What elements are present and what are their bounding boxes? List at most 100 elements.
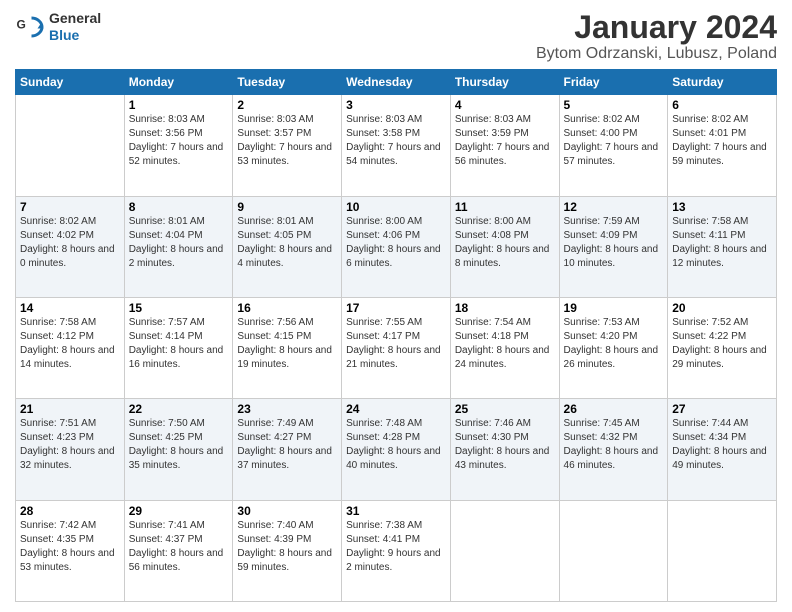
calendar-cell: 15Sunrise: 7:57 AMSunset: 4:14 PMDayligh… — [124, 297, 233, 398]
day-detail: Sunrise: 7:38 AMSunset: 4:41 PMDaylight:… — [346, 519, 446, 575]
day-number: 6 — [672, 98, 772, 112]
day-number: 20 — [672, 301, 772, 315]
day-detail: Sunrise: 8:03 AMSunset: 3:57 PMDaylight:… — [237, 113, 337, 169]
calendar-cell: 8Sunrise: 8:01 AMSunset: 4:04 PMDaylight… — [124, 196, 233, 297]
calendar-week-row: 28Sunrise: 7:42 AMSunset: 4:35 PMDayligh… — [16, 500, 777, 601]
weekday-header: Sunday — [16, 70, 125, 95]
calendar-cell: 17Sunrise: 7:55 AMSunset: 4:17 PMDayligh… — [342, 297, 451, 398]
day-number: 19 — [564, 301, 664, 315]
day-number: 31 — [346, 504, 446, 518]
day-detail: Sunrise: 7:57 AMSunset: 4:14 PMDaylight:… — [129, 316, 229, 372]
calendar-cell — [559, 500, 668, 601]
day-number: 14 — [20, 301, 120, 315]
day-number: 28 — [20, 504, 120, 518]
calendar-cell: 12Sunrise: 7:59 AMSunset: 4:09 PMDayligh… — [559, 196, 668, 297]
day-detail: Sunrise: 7:40 AMSunset: 4:39 PMDaylight:… — [237, 519, 337, 575]
day-number: 30 — [237, 504, 337, 518]
weekday-header: Monday — [124, 70, 233, 95]
day-detail: Sunrise: 7:51 AMSunset: 4:23 PMDaylight:… — [20, 417, 120, 473]
calendar-cell: 5Sunrise: 8:02 AMSunset: 4:00 PMDaylight… — [559, 95, 668, 196]
day-number: 3 — [346, 98, 446, 112]
weekday-header: Wednesday — [342, 70, 451, 95]
day-number: 29 — [129, 504, 229, 518]
day-number: 25 — [455, 402, 555, 416]
day-detail: Sunrise: 7:55 AMSunset: 4:17 PMDaylight:… — [346, 316, 446, 372]
calendar-cell: 27Sunrise: 7:44 AMSunset: 4:34 PMDayligh… — [668, 399, 777, 500]
header: G General Blue January 2024 Bytom Odrzan… — [15, 10, 777, 63]
calendar-cell: 10Sunrise: 8:00 AMSunset: 4:06 PMDayligh… — [342, 196, 451, 297]
day-detail: Sunrise: 7:53 AMSunset: 4:20 PMDaylight:… — [564, 316, 664, 372]
day-number: 24 — [346, 402, 446, 416]
day-number: 23 — [237, 402, 337, 416]
day-number: 1 — [129, 98, 229, 112]
calendar-cell: 3Sunrise: 8:03 AMSunset: 3:58 PMDaylight… — [342, 95, 451, 196]
calendar-cell: 19Sunrise: 7:53 AMSunset: 4:20 PMDayligh… — [559, 297, 668, 398]
weekday-header: Friday — [559, 70, 668, 95]
calendar-cell: 2Sunrise: 8:03 AMSunset: 3:57 PMDaylight… — [233, 95, 342, 196]
calendar-cell: 18Sunrise: 7:54 AMSunset: 4:18 PMDayligh… — [450, 297, 559, 398]
day-detail: Sunrise: 8:03 AMSunset: 3:58 PMDaylight:… — [346, 113, 446, 169]
calendar-cell: 23Sunrise: 7:49 AMSunset: 4:27 PMDayligh… — [233, 399, 342, 500]
day-number: 7 — [20, 200, 120, 214]
calendar-cell: 4Sunrise: 8:03 AMSunset: 3:59 PMDaylight… — [450, 95, 559, 196]
day-number: 2 — [237, 98, 337, 112]
day-number: 12 — [564, 200, 664, 214]
calendar-cell: 29Sunrise: 7:41 AMSunset: 4:37 PMDayligh… — [124, 500, 233, 601]
calendar-week-row: 14Sunrise: 7:58 AMSunset: 4:12 PMDayligh… — [16, 297, 777, 398]
calendar-cell: 31Sunrise: 7:38 AMSunset: 4:41 PMDayligh… — [342, 500, 451, 601]
day-detail: Sunrise: 8:02 AMSunset: 4:02 PMDaylight:… — [20, 215, 120, 271]
page-title: January 2024 — [536, 10, 777, 45]
day-detail: Sunrise: 7:41 AMSunset: 4:37 PMDaylight:… — [129, 519, 229, 575]
day-number: 17 — [346, 301, 446, 315]
calendar-week-row: 21Sunrise: 7:51 AMSunset: 4:23 PMDayligh… — [16, 399, 777, 500]
calendar-page: G General Blue January 2024 Bytom Odrzan… — [0, 0, 792, 612]
calendar-cell: 7Sunrise: 8:02 AMSunset: 4:02 PMDaylight… — [16, 196, 125, 297]
logo-icon: G — [15, 12, 45, 42]
day-number: 8 — [129, 200, 229, 214]
logo-general: General — [49, 10, 101, 26]
calendar-cell: 1Sunrise: 8:03 AMSunset: 3:56 PMDaylight… — [124, 95, 233, 196]
day-number: 9 — [237, 200, 337, 214]
day-number: 5 — [564, 98, 664, 112]
calendar-cell — [668, 500, 777, 601]
calendar-cell: 28Sunrise: 7:42 AMSunset: 4:35 PMDayligh… — [16, 500, 125, 601]
calendar-cell: 11Sunrise: 8:00 AMSunset: 4:08 PMDayligh… — [450, 196, 559, 297]
day-detail: Sunrise: 7:58 AMSunset: 4:11 PMDaylight:… — [672, 215, 772, 271]
calendar-cell: 20Sunrise: 7:52 AMSunset: 4:22 PMDayligh… — [668, 297, 777, 398]
calendar-cell — [450, 500, 559, 601]
day-number: 21 — [20, 402, 120, 416]
day-number: 11 — [455, 200, 555, 214]
weekday-header: Saturday — [668, 70, 777, 95]
day-number: 15 — [129, 301, 229, 315]
title-block: January 2024 Bytom Odrzanski, Lubusz, Po… — [536, 10, 777, 63]
calendar-cell: 21Sunrise: 7:51 AMSunset: 4:23 PMDayligh… — [16, 399, 125, 500]
calendar-cell: 9Sunrise: 8:01 AMSunset: 4:05 PMDaylight… — [233, 196, 342, 297]
day-detail: Sunrise: 7:45 AMSunset: 4:32 PMDaylight:… — [564, 417, 664, 473]
day-detail: Sunrise: 8:01 AMSunset: 4:05 PMDaylight:… — [237, 215, 337, 271]
logo-blue: Blue — [49, 27, 79, 43]
day-detail: Sunrise: 7:46 AMSunset: 4:30 PMDaylight:… — [455, 417, 555, 473]
day-number: 27 — [672, 402, 772, 416]
day-detail: Sunrise: 8:01 AMSunset: 4:04 PMDaylight:… — [129, 215, 229, 271]
calendar-cell: 16Sunrise: 7:56 AMSunset: 4:15 PMDayligh… — [233, 297, 342, 398]
calendar-cell: 24Sunrise: 7:48 AMSunset: 4:28 PMDayligh… — [342, 399, 451, 500]
day-detail: Sunrise: 7:42 AMSunset: 4:35 PMDaylight:… — [20, 519, 120, 575]
page-subtitle: Bytom Odrzanski, Lubusz, Poland — [536, 45, 777, 63]
day-detail: Sunrise: 8:00 AMSunset: 4:08 PMDaylight:… — [455, 215, 555, 271]
day-detail: Sunrise: 7:59 AMSunset: 4:09 PMDaylight:… — [564, 215, 664, 271]
calendar-cell: 22Sunrise: 7:50 AMSunset: 4:25 PMDayligh… — [124, 399, 233, 500]
calendar-week-row: 1Sunrise: 8:03 AMSunset: 3:56 PMDaylight… — [16, 95, 777, 196]
calendar-cell: 14Sunrise: 7:58 AMSunset: 4:12 PMDayligh… — [16, 297, 125, 398]
day-detail: Sunrise: 7:50 AMSunset: 4:25 PMDaylight:… — [129, 417, 229, 473]
day-number: 26 — [564, 402, 664, 416]
day-detail: Sunrise: 7:58 AMSunset: 4:12 PMDaylight:… — [20, 316, 120, 372]
day-detail: Sunrise: 7:48 AMSunset: 4:28 PMDaylight:… — [346, 417, 446, 473]
day-detail: Sunrise: 8:03 AMSunset: 3:59 PMDaylight:… — [455, 113, 555, 169]
calendar-week-row: 7Sunrise: 8:02 AMSunset: 4:02 PMDaylight… — [16, 196, 777, 297]
day-number: 18 — [455, 301, 555, 315]
day-number: 10 — [346, 200, 446, 214]
day-detail: Sunrise: 8:02 AMSunset: 4:01 PMDaylight:… — [672, 113, 772, 169]
calendar-cell: 26Sunrise: 7:45 AMSunset: 4:32 PMDayligh… — [559, 399, 668, 500]
weekday-header: Thursday — [450, 70, 559, 95]
day-detail: Sunrise: 7:49 AMSunset: 4:27 PMDaylight:… — [237, 417, 337, 473]
